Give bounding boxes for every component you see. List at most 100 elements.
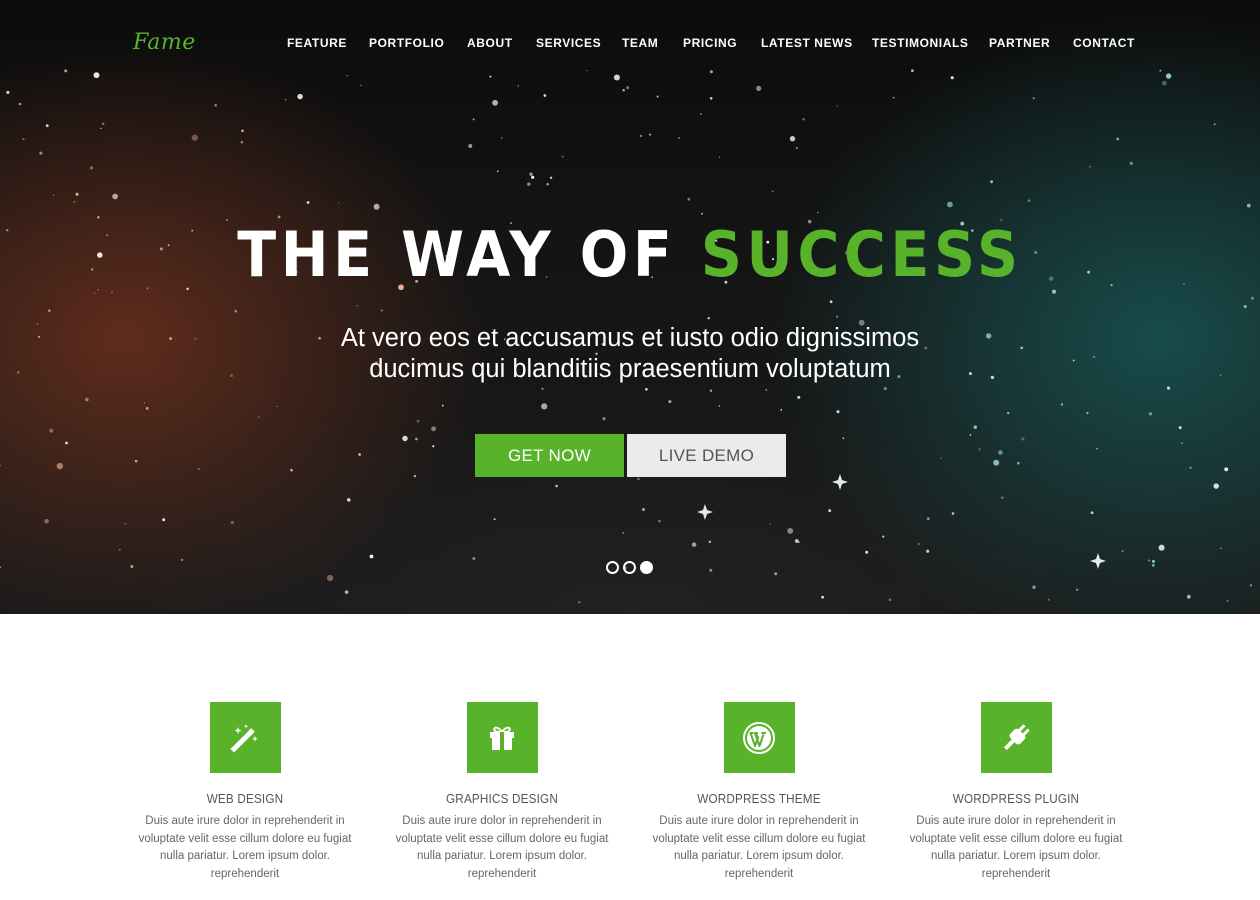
star bbox=[290, 468, 293, 472]
star bbox=[836, 105, 838, 107]
navbar: Fame FEATURE PORTFOLIO ABOUT SERVICES TE… bbox=[0, 0, 1260, 86]
star bbox=[48, 309, 51, 312]
plug-icon[interactable] bbox=[980, 702, 1052, 773]
live-demo-button[interactable]: LIVE DEMO bbox=[627, 434, 786, 477]
get-now-button[interactable]: GET NOW bbox=[475, 434, 624, 477]
feature-description: Duis aute irure dolor in reprehenderit i… bbox=[652, 815, 866, 880]
star bbox=[344, 590, 349, 594]
star bbox=[85, 397, 89, 402]
star bbox=[44, 518, 49, 524]
star bbox=[356, 304, 359, 307]
wordpress-icon[interactable] bbox=[723, 702, 795, 773]
nav-item-pricing[interactable]: PRICING bbox=[683, 36, 737, 50]
star bbox=[230, 520, 234, 525]
subtitle-line-1: At vero eos et accusamus et iusto odio d… bbox=[340, 324, 920, 352]
slider-dot-2[interactable] bbox=[623, 561, 636, 574]
star bbox=[102, 122, 105, 125]
star bbox=[865, 550, 869, 554]
star bbox=[373, 203, 380, 210]
star bbox=[1151, 559, 1156, 563]
star bbox=[549, 176, 553, 179]
star bbox=[338, 202, 340, 204]
star bbox=[111, 291, 113, 294]
star bbox=[1129, 161, 1133, 165]
star bbox=[797, 541, 800, 544]
hero-headline: THE WAY OF SUCCESS bbox=[50, 218, 1209, 291]
magic-wand-icon[interactable] bbox=[209, 702, 281, 773]
star bbox=[441, 404, 444, 407]
star bbox=[780, 409, 783, 411]
star bbox=[1213, 483, 1219, 489]
star bbox=[990, 180, 993, 184]
feature-title: GRAPHICS DESIGN bbox=[446, 791, 558, 806]
star bbox=[1096, 448, 1098, 450]
star bbox=[1148, 559, 1151, 562]
feature-wordpress-theme: WORDPRESS THEME Duis aute irure dolor in… bbox=[639, 702, 879, 883]
star bbox=[546, 182, 549, 186]
star bbox=[501, 137, 503, 139]
nav-item-services[interactable]: SERVICES bbox=[536, 36, 601, 50]
star bbox=[49, 428, 54, 433]
star bbox=[802, 117, 805, 121]
nav-item-feature[interactable]: FEATURE bbox=[287, 36, 347, 50]
star bbox=[541, 387, 544, 390]
star bbox=[637, 477, 640, 481]
star bbox=[842, 437, 845, 440]
star bbox=[240, 140, 244, 144]
starfield-background bbox=[0, 69, 1254, 604]
nav-item-latest-news[interactable]: LATEST NEWS bbox=[761, 36, 853, 50]
star bbox=[369, 554, 374, 559]
star bbox=[402, 435, 408, 442]
star bbox=[1186, 594, 1191, 599]
star bbox=[6, 90, 10, 94]
gift-icon[interactable] bbox=[466, 702, 538, 773]
nav-menu: FEATURE PORTFOLIO ABOUT SERVICES TEAM PR… bbox=[0, 36, 1260, 52]
star bbox=[285, 99, 287, 101]
star bbox=[1032, 585, 1036, 589]
star bbox=[1007, 411, 1010, 415]
star bbox=[1224, 467, 1229, 472]
star bbox=[75, 192, 79, 196]
sparkle-star bbox=[697, 504, 713, 520]
star bbox=[73, 200, 76, 203]
star bbox=[472, 118, 475, 121]
nav-item-portfolio[interactable]: PORTFOLIO bbox=[369, 36, 444, 50]
star bbox=[836, 315, 839, 318]
star bbox=[52, 194, 55, 196]
star bbox=[1060, 403, 1064, 406]
nav-item-testimonials[interactable]: TESTIMONIALS bbox=[872, 36, 969, 50]
star bbox=[1092, 355, 1096, 358]
star bbox=[883, 387, 887, 391]
star bbox=[940, 457, 942, 459]
star bbox=[468, 144, 473, 148]
nav-item-contact[interactable]: CONTACT bbox=[1073, 36, 1135, 50]
star bbox=[134, 459, 138, 463]
star bbox=[926, 517, 930, 521]
star bbox=[658, 519, 661, 523]
star bbox=[973, 425, 977, 429]
feature-title: WORDPRESS THEME bbox=[697, 791, 821, 806]
star bbox=[541, 403, 548, 410]
star bbox=[124, 522, 127, 525]
slider-dot-1[interactable] bbox=[606, 561, 619, 574]
star bbox=[529, 172, 533, 176]
star bbox=[496, 170, 499, 173]
star bbox=[709, 389, 713, 392]
star bbox=[1086, 411, 1089, 415]
hero-section: Fame FEATURE PORTFOLIO ABOUT SERVICES TE… bbox=[0, 0, 1260, 614]
slider-dot-3[interactable] bbox=[640, 561, 653, 574]
nav-item-partner[interactable]: PARTNER bbox=[989, 36, 1050, 50]
star bbox=[358, 453, 362, 456]
star bbox=[691, 542, 697, 547]
nav-item-team[interactable]: TEAM bbox=[622, 36, 658, 50]
star bbox=[94, 292, 96, 294]
star bbox=[701, 212, 703, 215]
feature-description: Duis aute irure dolor in reprehenderit i… bbox=[138, 815, 352, 880]
star bbox=[0, 464, 2, 467]
star bbox=[649, 133, 652, 136]
star bbox=[1220, 547, 1222, 550]
feature-description: Duis aute irure dolor in reprehenderit i… bbox=[909, 815, 1123, 880]
feature-graphics-design: GRAPHICS DESIGN Duis aute irure dolor in… bbox=[382, 702, 622, 883]
nav-item-about[interactable]: ABOUT bbox=[467, 36, 513, 50]
star bbox=[821, 595, 824, 599]
